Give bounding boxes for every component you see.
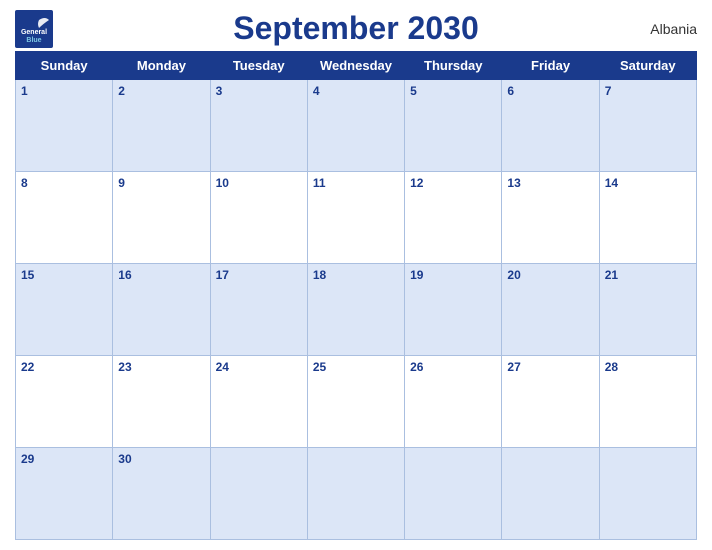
calendar-cell: 12 (405, 172, 502, 264)
calendar-cell: 27 (502, 356, 599, 448)
day-number: 9 (118, 176, 125, 190)
calendar-cell: 21 (599, 264, 696, 356)
calendar-cell: 25 (307, 356, 404, 448)
logo: General Blue (15, 10, 53, 48)
calendar-cell: 23 (113, 356, 210, 448)
calendar-cell: 22 (16, 356, 113, 448)
calendar-cell: 6 (502, 80, 599, 172)
day-number: 2 (118, 84, 125, 98)
calendar-cell: 14 (599, 172, 696, 264)
calendar-cell: 2 (113, 80, 210, 172)
calendar-cell: 9 (113, 172, 210, 264)
day-number: 22 (21, 360, 34, 374)
week-row-1: 1 2 3 4 5 6 7 (16, 80, 697, 172)
calendar-cell (405, 448, 502, 540)
day-header-saturday: Saturday (599, 52, 696, 80)
day-number: 29 (21, 452, 34, 466)
calendar-cell: 30 (113, 448, 210, 540)
day-number: 17 (216, 268, 229, 282)
page-title: September 2030 (233, 10, 478, 47)
calendar-cell (210, 448, 307, 540)
day-number: 19 (410, 268, 423, 282)
calendar-cell: 8 (16, 172, 113, 264)
week-row-5: 29 30 (16, 448, 697, 540)
day-number: 24 (216, 360, 229, 374)
calendar-cell: 20 (502, 264, 599, 356)
day-header-sunday: Sunday (16, 52, 113, 80)
day-number: 25 (313, 360, 326, 374)
day-number: 21 (605, 268, 618, 282)
day-number: 28 (605, 360, 618, 374)
calendar-cell: 24 (210, 356, 307, 448)
day-number: 6 (507, 84, 514, 98)
day-number: 11 (313, 176, 326, 190)
calendar-cell: 11 (307, 172, 404, 264)
day-number: 8 (21, 176, 28, 190)
calendar-cell: 10 (210, 172, 307, 264)
calendar-cell: 19 (405, 264, 502, 356)
day-number: 10 (216, 176, 229, 190)
day-number: 5 (410, 84, 417, 98)
day-number: 16 (118, 268, 131, 282)
calendar-cell: 5 (405, 80, 502, 172)
week-row-2: 8 9 10 11 12 13 14 (16, 172, 697, 264)
calendar-table: SundayMondayTuesdayWednesdayThursdayFrid… (15, 51, 697, 540)
day-number: 13 (507, 176, 520, 190)
calendar-cell (307, 448, 404, 540)
calendar-cell: 18 (307, 264, 404, 356)
day-header-wednesday: Wednesday (307, 52, 404, 80)
day-header-tuesday: Tuesday (210, 52, 307, 80)
day-number: 12 (410, 176, 423, 190)
day-number: 7 (605, 84, 612, 98)
day-number: 1 (21, 84, 28, 98)
calendar-cell: 29 (16, 448, 113, 540)
calendar-cell: 17 (210, 264, 307, 356)
day-number: 4 (313, 84, 320, 98)
week-row-3: 15 16 17 18 19 20 21 (16, 264, 697, 356)
day-number: 27 (507, 360, 520, 374)
country-label: Albania (650, 21, 697, 37)
calendar-cell: 7 (599, 80, 696, 172)
calendar-cell: 1 (16, 80, 113, 172)
day-number: 3 (216, 84, 223, 98)
day-headers-row: SundayMondayTuesdayWednesdayThursdayFrid… (16, 52, 697, 80)
calendar-cell: 26 (405, 356, 502, 448)
day-header-thursday: Thursday (405, 52, 502, 80)
calendar-cell: 13 (502, 172, 599, 264)
day-number: 20 (507, 268, 520, 282)
calendar-cell (502, 448, 599, 540)
calendar-cell (599, 448, 696, 540)
calendar-cell: 4 (307, 80, 404, 172)
day-number: 23 (118, 360, 131, 374)
day-number: 14 (605, 176, 618, 190)
day-number: 30 (118, 452, 131, 466)
calendar-cell: 16 (113, 264, 210, 356)
week-row-4: 22 23 24 25 26 27 28 (16, 356, 697, 448)
day-header-monday: Monday (113, 52, 210, 80)
calendar-cell: 3 (210, 80, 307, 172)
calendar-header: General Blue September 2030 Albania (15, 10, 697, 47)
day-number: 15 (21, 268, 34, 282)
day-number: 18 (313, 268, 326, 282)
calendar-cell: 28 (599, 356, 696, 448)
day-header-friday: Friday (502, 52, 599, 80)
calendar-cell: 15 (16, 264, 113, 356)
logo-box: General Blue (15, 10, 53, 48)
day-number: 26 (410, 360, 423, 374)
